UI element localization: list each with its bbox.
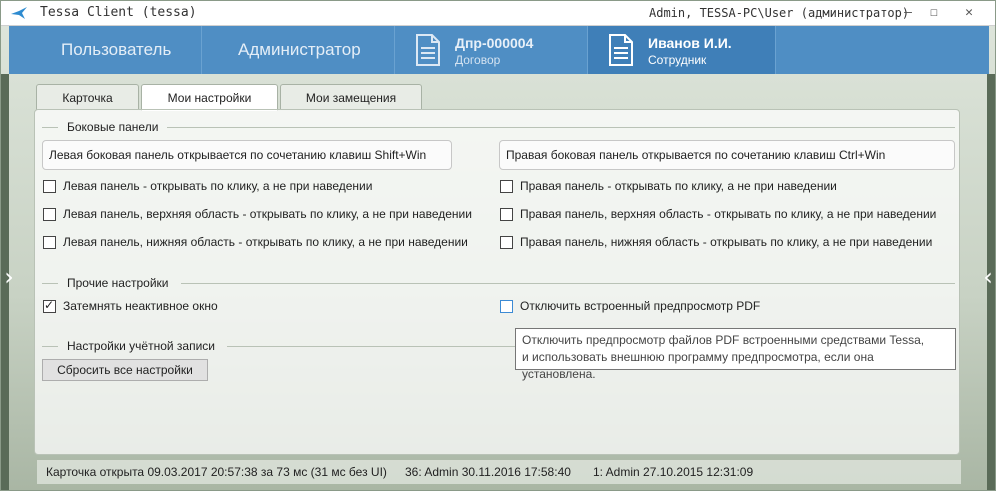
section-heading-side-panels: Боковые панели <box>67 120 159 134</box>
document-icon <box>416 34 440 66</box>
checkbox[interactable] <box>43 180 56 193</box>
app-window: Tessa Client (tessa) Admin, TESSA-PC\Use… <box>0 0 996 491</box>
checkbox[interactable] <box>500 300 513 313</box>
checkbox-checked[interactable] <box>43 298 56 313</box>
right-panel-info: Правая боковая панель открывается по соч… <box>499 140 955 170</box>
divider <box>42 346 58 347</box>
current-user: Admin, TESSA-PC\User (администратор) <box>649 6 910 20</box>
status-opened: Карточка открыта 09.03.2017 20:57:38 за … <box>46 465 387 479</box>
tab-user[interactable]: Пользователь <box>9 26 202 74</box>
status-version-current: 36: Admin 30.11.2016 17:58:40 <box>405 465 571 479</box>
tab-user-label: Пользователь <box>61 40 172 59</box>
maximize-button[interactable]: ☐ <box>925 4 943 22</box>
chevron-right-icon[interactable]: › <box>2 263 16 291</box>
tooltip-line: и использовать внешнюю программу предпро… <box>522 350 874 381</box>
section-heading-other-settings: Прочие настройки <box>67 276 169 290</box>
tab-document-title: Дпр-000004 <box>455 35 534 51</box>
reset-settings-button[interactable]: Сбросить все настройки <box>42 359 208 381</box>
tab-my-deputies[interactable]: Мои замещения <box>280 84 422 110</box>
checkbox[interactable] <box>500 236 513 249</box>
tab-employee-subtitle: Сотрудник <box>648 53 707 67</box>
window-title: Tessa Client (tessa) <box>40 5 197 20</box>
checkbox-label: Правая панель, верхняя область - открыва… <box>520 207 937 221</box>
left-panel-info: Левая боковая панель открывается по соче… <box>42 140 452 170</box>
tab-employee-title: Иванов И.И. <box>648 35 732 51</box>
checkbox[interactable] <box>43 236 56 249</box>
checkbox-label: Левая панель - открывать по клику, а не … <box>63 179 373 193</box>
tab-admin-label: Администратор <box>238 40 361 59</box>
checkbox[interactable] <box>500 180 513 193</box>
checkbox-label: Левая панель, верхняя область - открыват… <box>63 207 472 221</box>
chevron-left-icon[interactable]: ‹ <box>981 263 995 291</box>
checkbox[interactable] <box>500 208 513 221</box>
checkbox-label: Левая панель, нижняя область - открывать… <box>63 235 468 249</box>
divider <box>42 127 58 128</box>
tab-admin[interactable]: Администратор <box>202 26 395 74</box>
checkbox-label: Правая панель - открывать по клику, а не… <box>520 179 837 193</box>
tooltip-line: Отключить предпросмотр файлов PDF встрое… <box>522 333 925 347</box>
status-version-created: 1: Admin 27.10.2015 12:31:09 <box>593 465 754 479</box>
checkbox[interactable] <box>43 208 56 221</box>
checkbox-label: Затемнять неактивное окно <box>63 299 218 313</box>
tab-card[interactable]: Карточка <box>36 84 139 110</box>
close-button[interactable]: ✕ <box>960 4 978 22</box>
minimize-button[interactable]: — <box>899 4 917 22</box>
tab-my-settings[interactable]: Мои настройки <box>141 84 278 111</box>
tessa-bird-icon <box>11 7 27 19</box>
divider <box>181 283 955 284</box>
divider <box>42 283 58 284</box>
divider <box>167 127 955 128</box>
top-navigation: Пользователь Администратор Дпр-000004 До… <box>9 26 989 74</box>
checkbox-label: Правая панель, нижняя область - открыват… <box>520 235 933 249</box>
tab-document-contract[interactable]: Дпр-000004 Договор <box>395 26 588 74</box>
tab-document-subtitle: Договор <box>455 53 501 67</box>
document-icon <box>609 34 633 66</box>
checkbox-label: Отключить встроенный предпросмотр PDF <box>520 299 761 313</box>
tab-employee-card[interactable]: Иванов И.И. Сотрудник <box>588 26 776 74</box>
status-bar: Карточка открыта 09.03.2017 20:57:38 за … <box>37 460 961 484</box>
section-heading-account: Настройки учётной записи <box>67 339 216 353</box>
divider <box>227 346 517 347</box>
title-bar: Tessa Client (tessa) Admin, TESSA-PC\Use… <box>1 1 995 26</box>
pdf-preview-tooltip: Отключить предпросмотр файлов PDF встрое… <box>515 328 956 381</box>
